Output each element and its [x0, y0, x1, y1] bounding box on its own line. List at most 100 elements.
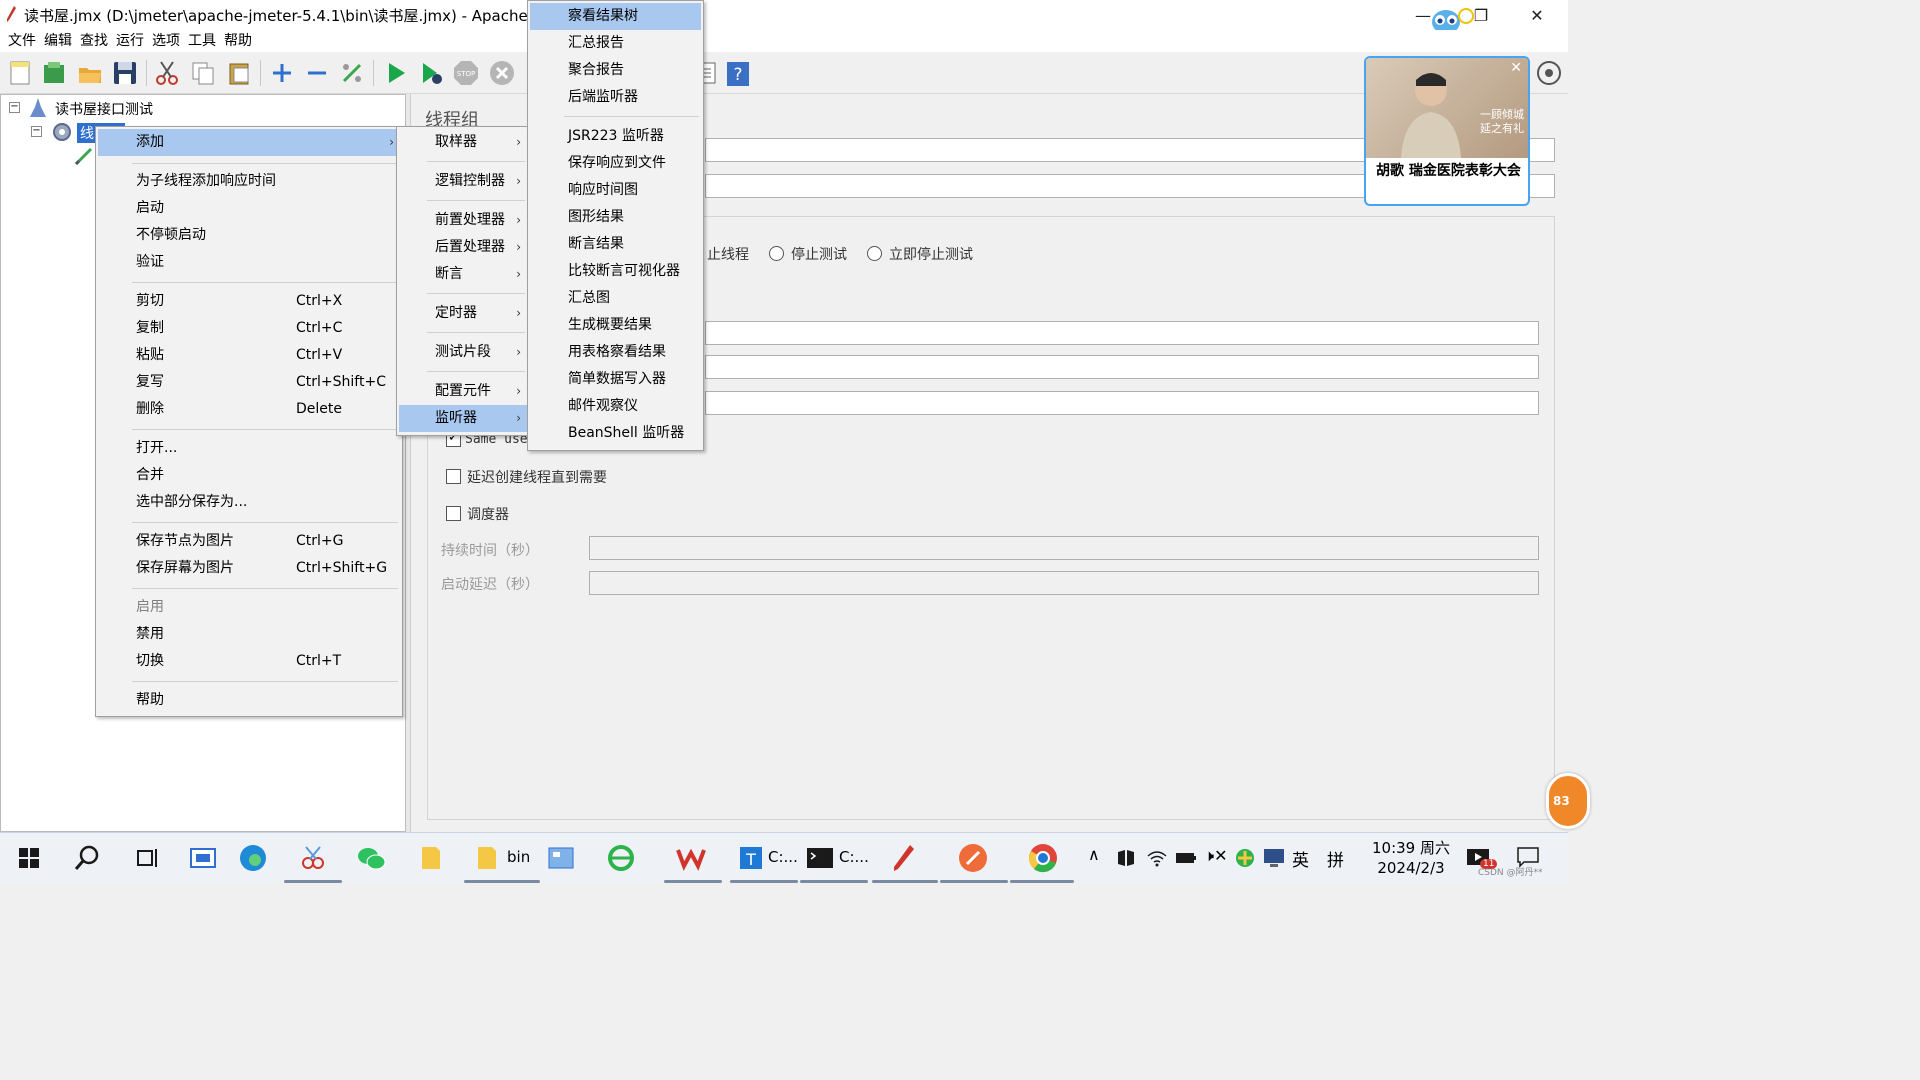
submenu-item-test-fragment[interactable]: 测试片段 ›	[399, 339, 527, 366]
collapse-all-icon[interactable]	[303, 59, 331, 87]
terminal-icon[interactable]	[803, 841, 837, 875]
folder-icon[interactable]	[414, 841, 448, 875]
stop-icon[interactable]: STOP	[452, 59, 480, 87]
security-tray-icon[interactable]	[1234, 847, 1256, 869]
tray-app-icon[interactable]	[1116, 848, 1136, 868]
listener-item-backend-listener[interactable]: 后端监听器	[530, 84, 701, 111]
menu-help[interactable]: 帮助	[220, 30, 256, 52]
tray-chevron-up-icon[interactable]: ∧	[1088, 845, 1100, 864]
toggle-icon[interactable]	[338, 59, 366, 87]
chrome-icon[interactable]	[1026, 841, 1060, 875]
screenshot-tool-icon[interactable]	[296, 841, 330, 875]
copy-icon[interactable]	[189, 59, 217, 87]
battery-icon[interactable]	[1174, 848, 1198, 868]
delay-thread-creation-checkbox[interactable]	[446, 469, 461, 484]
settings-icon[interactable]	[1535, 59, 1563, 87]
system-clock[interactable]: 10:39 周六 2024/2/3	[1372, 838, 1450, 878]
submenu-item-listener[interactable]: 监听器 ›	[399, 405, 527, 432]
open-icon[interactable]	[76, 59, 104, 87]
menu-item-add-response-time[interactable]: 为子线程添加响应时间	[98, 168, 400, 195]
menu-item-save-node-image[interactable]: 保存节点为图片 Ctrl+G	[98, 528, 400, 555]
radio-stop-test[interactable]	[769, 246, 784, 261]
menu-item-toggle[interactable]: 切换 Ctrl+T	[98, 648, 400, 675]
submenu-item-pre-processor[interactable]: 前置处理器 ›	[399, 207, 527, 234]
cut-icon[interactable]	[153, 59, 181, 87]
menu-item-start[interactable]: 启动	[98, 195, 400, 222]
listener-item-aggregate-report[interactable]: 聚合报告	[530, 57, 701, 84]
tree-expander[interactable]: −	[31, 126, 42, 137]
save-icon[interactable]	[111, 59, 139, 87]
start-no-pause-icon[interactable]	[417, 59, 445, 87]
volume-mute-icon[interactable]: 🕨✕	[1204, 846, 1228, 866]
startup-delay-field[interactable]	[589, 571, 1539, 595]
remote-desktop-icon[interactable]	[186, 841, 220, 875]
menu-item-merge[interactable]: 合并	[98, 462, 400, 489]
menu-tools[interactable]: 工具	[184, 30, 220, 52]
submenu-item-assertion[interactable]: 断言 ›	[399, 261, 527, 288]
ie-browser-icon[interactable]	[604, 841, 638, 875]
ramp-up-field[interactable]	[705, 355, 1539, 379]
menu-item-disable[interactable]: 禁用	[98, 621, 400, 648]
help-icon[interactable]: ?	[724, 59, 752, 87]
start-icon[interactable]	[382, 59, 410, 87]
ime-lang-indicator[interactable]: 英	[1292, 846, 1309, 871]
submenu-item-config-element[interactable]: 配置元件 ›	[399, 378, 527, 405]
listener-item-compare-assertion[interactable]: 比较断言可视化器	[530, 258, 701, 285]
thread-count-field[interactable]	[705, 321, 1539, 345]
menu-file[interactable]: 文件	[4, 30, 40, 52]
submenu-item-post-processor[interactable]: 后置处理器 ›	[399, 234, 527, 261]
menu-item-start-no-pause[interactable]: 不停顿启动	[98, 222, 400, 249]
jmeter-feather-taskbar-icon[interactable]	[886, 841, 920, 875]
listener-item-jsr223[interactable]: JSR223 监听器	[530, 123, 701, 150]
submenu-item-timer[interactable]: 定时器 ›	[399, 300, 527, 327]
loop-count-field[interactable]	[705, 391, 1539, 415]
search-icon[interactable]	[70, 841, 104, 875]
menu-item-open[interactable]: 打开...	[98, 435, 400, 462]
menu-item-cut[interactable]: 剪切 Ctrl+X	[98, 288, 400, 315]
menu-item-delete[interactable]: 删除 Delete	[98, 396, 400, 423]
popup-close-icon[interactable]: ✕	[1510, 60, 1522, 76]
notification-center-icon[interactable]	[1516, 846, 1540, 868]
listener-item-mailer-visualizer[interactable]: 邮件观察仪	[530, 393, 701, 420]
radio-stop-test-now[interactable]	[867, 246, 882, 261]
listener-item-view-results-table[interactable]: 用表格察看结果	[530, 339, 701, 366]
close-button[interactable]: ✕	[1514, 0, 1560, 30]
menu-item-save-screen-image[interactable]: 保存屏幕为图片 Ctrl+Shift+G	[98, 555, 400, 582]
menu-item-validate[interactable]: 验证	[98, 249, 400, 276]
folder-bin-icon[interactable]	[470, 841, 504, 875]
wechat-icon[interactable]	[354, 841, 388, 875]
menu-item-duplicate[interactable]: 复写 Ctrl+Shift+C	[98, 369, 400, 396]
expand-all-icon[interactable]	[268, 59, 296, 87]
tree-root-label[interactable]: 读书屋接口测试	[55, 99, 153, 119]
typora-icon[interactable]: T	[734, 841, 768, 875]
tree-expander[interactable]: −	[9, 102, 20, 113]
menu-item-add[interactable]: 添加 ›	[98, 129, 400, 156]
menu-options[interactable]: 选项	[148, 30, 184, 52]
monitor-tray-icon[interactable]	[1262, 847, 1286, 869]
listener-item-summary-report[interactable]: 汇总报告	[530, 30, 701, 57]
submenu-item-logic-controller[interactable]: 逻辑控制器 ›	[399, 168, 527, 195]
menu-run[interactable]: 运行	[112, 30, 148, 52]
news-popup[interactable]: 一顾倾城 延之有礼 ✕ 胡歌 瑞金医院表彰大会	[1364, 56, 1530, 206]
shutdown-icon[interactable]	[488, 59, 516, 87]
control-panel-icon[interactable]	[544, 841, 578, 875]
submenu-item-sampler[interactable]: 取样器 ›	[399, 129, 527, 156]
windows-start-icon[interactable]	[12, 841, 46, 875]
menu-search[interactable]: 查找	[76, 30, 112, 52]
new-icon[interactable]	[6, 59, 34, 87]
paste-icon[interactable]	[225, 59, 253, 87]
menu-item-save-selection-as[interactable]: 选中部分保存为...	[98, 489, 400, 516]
listener-item-view-results-tree[interactable]: 察看结果树	[530, 3, 701, 30]
listener-item-graph-results[interactable]: 图形结果	[530, 204, 701, 231]
menu-item-paste[interactable]: 粘贴 Ctrl+V	[98, 342, 400, 369]
templates-icon[interactable]	[40, 59, 68, 87]
menu-item-help[interactable]: 帮助	[98, 687, 400, 714]
listener-item-generate-summary[interactable]: 生成概要结果	[530, 312, 701, 339]
ime-mode-indicator[interactable]: 拼	[1327, 846, 1344, 871]
listener-item-beanshell[interactable]: BeanShell 监听器	[530, 420, 701, 447]
task-view-icon[interactable]	[130, 841, 164, 875]
listener-item-assertion-results[interactable]: 断言结果	[530, 231, 701, 258]
listener-item-response-time-graph[interactable]: 响应时间图	[530, 177, 701, 204]
wps-icon[interactable]	[674, 841, 708, 875]
listener-item-save-responses[interactable]: 保存响应到文件	[530, 150, 701, 177]
